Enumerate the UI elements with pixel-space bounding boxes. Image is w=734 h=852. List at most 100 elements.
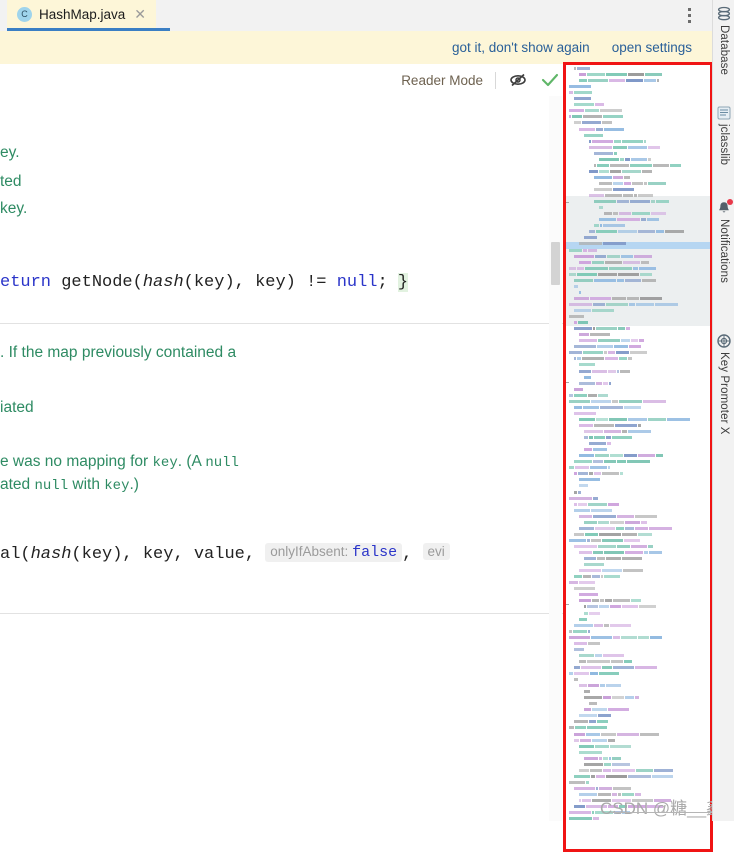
sidebar-item-notifications[interactable]: Notifications — [713, 199, 734, 283]
open-settings-link[interactable]: open settings — [612, 40, 692, 55]
minimap-code-line — [574, 472, 623, 475]
minimap-code-line — [584, 757, 621, 760]
minimap-code-line — [574, 733, 659, 736]
ide-window: C HashMap.java ✕ got it, don't show agai… — [0, 0, 734, 852]
minimap-code-line — [574, 642, 600, 645]
minimap-code-line — [579, 370, 630, 373]
minimap-code-line — [579, 333, 610, 336]
dismiss-banner-link[interactable]: got it, don't show again — [452, 40, 590, 55]
minimap-code-line — [594, 176, 630, 179]
minimap-code-line — [569, 497, 598, 500]
editor-tab-hashmap[interactable]: C HashMap.java ✕ — [7, 0, 157, 28]
inlay-hint-onlyifabsent[interactable]: onlyIfAbsent: false — [265, 543, 403, 562]
more-options-icon[interactable] — [680, 4, 698, 26]
watermark-text: CSDN @糖__鑫 — [600, 799, 724, 818]
reader-mode-label: Reader Mode — [401, 72, 483, 88]
minimap-code-line — [579, 551, 662, 554]
editor-area: C HashMap.java ✕ got it, don't show agai… — [0, 0, 723, 852]
inlay-hint-label: onlyIfAbsent: — [270, 544, 349, 559]
toolbar-divider — [495, 71, 496, 89]
minimap-code-line — [594, 224, 625, 227]
sidebar-item-jclasslib[interactable]: jclasslib — [713, 105, 734, 165]
sidebar-item-database[interactable]: Database — [713, 6, 734, 75]
minimap-code-line — [574, 503, 619, 506]
editor-scrollbar-track[interactable] — [549, 96, 562, 821]
minimap-code-line — [579, 73, 662, 76]
minimap-code-line — [569, 466, 610, 469]
javadoc-line: iated — [0, 399, 34, 416]
minimap-fold-marker[interactable] — [565, 604, 569, 605]
minimap-code-line — [569, 630, 590, 633]
minimap-code-line — [574, 587, 595, 590]
close-icon[interactable]: ✕ — [134, 7, 146, 21]
minimap-code-line — [569, 315, 584, 318]
minimap-code-line — [579, 660, 632, 663]
editor-scrollbar-thumb[interactable] — [551, 242, 560, 285]
minimap-code-line — [589, 140, 646, 143]
minimap-code-line — [579, 454, 663, 457]
minimap-code-line — [584, 430, 651, 433]
minimap-code-line — [579, 382, 611, 385]
sidebar-item-label: Notifications — [718, 219, 730, 283]
minimap-code-line — [579, 618, 587, 621]
bell-icon — [716, 199, 733, 216]
minimap-code-line — [574, 321, 588, 324]
minimap-code-line — [579, 515, 657, 518]
key-promoter-icon — [716, 333, 732, 349]
minimap-code-line — [589, 146, 660, 149]
minimap-code-line — [574, 121, 612, 124]
minimap-code-line — [579, 527, 672, 530]
javadoc-text: ated — [0, 476, 35, 493]
sidebar-item-key-promoter-x[interactable]: Key Promoter X — [713, 333, 734, 435]
minimap-code-line — [589, 442, 611, 445]
minimap-code-line — [579, 261, 649, 264]
minimap-code-line — [589, 230, 684, 233]
javadoc-line: ated null with key.) — [0, 476, 139, 494]
javadoc-text: . (A — [177, 453, 206, 470]
minimap-code-line — [584, 436, 632, 439]
minimap-code-line — [574, 624, 631, 627]
inlay-hint-evict[interactable]: evi — [422, 543, 450, 560]
minimap-code-line — [584, 612, 600, 615]
minimap-code-line — [574, 739, 615, 742]
minimap-code-line — [579, 363, 595, 366]
javadoc-text: .) — [129, 476, 139, 493]
javadoc-code-null: null — [34, 478, 69, 494]
minimap-code-line — [584, 557, 642, 560]
minimap-code-line — [569, 273, 652, 276]
minimap-code-line — [574, 327, 630, 330]
minimap-fold-marker[interactable] — [565, 382, 569, 383]
notification-banner: got it, don't show again open settings — [0, 31, 712, 64]
minimap-code-line — [574, 491, 581, 494]
watermark-underline — [611, 812, 721, 813]
minimap-code-line — [584, 521, 647, 524]
code-line-putval: al(hash(key), key, value, onlyIfAbsent: … — [0, 543, 450, 564]
inlay-hint-value: false — [352, 544, 398, 561]
minimap-code-line — [579, 599, 641, 602]
minimap-fold-marker[interactable] — [565, 202, 569, 203]
code-token: ; — [377, 273, 398, 292]
code-minimap[interactable] — [565, 64, 711, 821]
minimap-code-line — [604, 212, 666, 215]
minimap-code-line — [584, 448, 607, 451]
minimap-code-line — [574, 545, 653, 548]
editor-tabstrip: C HashMap.java ✕ — [0, 0, 712, 31]
minimap-code-line — [589, 702, 597, 705]
minimap-code-line — [594, 200, 669, 203]
check-icon[interactable] — [540, 70, 560, 90]
minimap-code-line — [569, 672, 619, 675]
minimap-code-line — [579, 128, 624, 131]
jclasslib-icon — [716, 105, 732, 121]
minimap-code-line — [574, 255, 652, 258]
minimap-code-line — [584, 708, 629, 711]
minimap-code-line — [579, 684, 621, 687]
minimap-code-line — [574, 406, 641, 409]
minimap-code-line — [569, 726, 607, 729]
minimap-code-line — [574, 509, 612, 512]
code-editor-canvas[interactable]: ey. ted key. eturn getNode(hash(key), ke… — [0, 96, 563, 821]
eye-slash-icon[interactable] — [508, 70, 528, 90]
java-class-icon: C — [17, 6, 32, 22]
minimap-code-line — [599, 206, 603, 209]
code-token: , — [402, 545, 423, 564]
minimap-code-line — [584, 605, 656, 608]
